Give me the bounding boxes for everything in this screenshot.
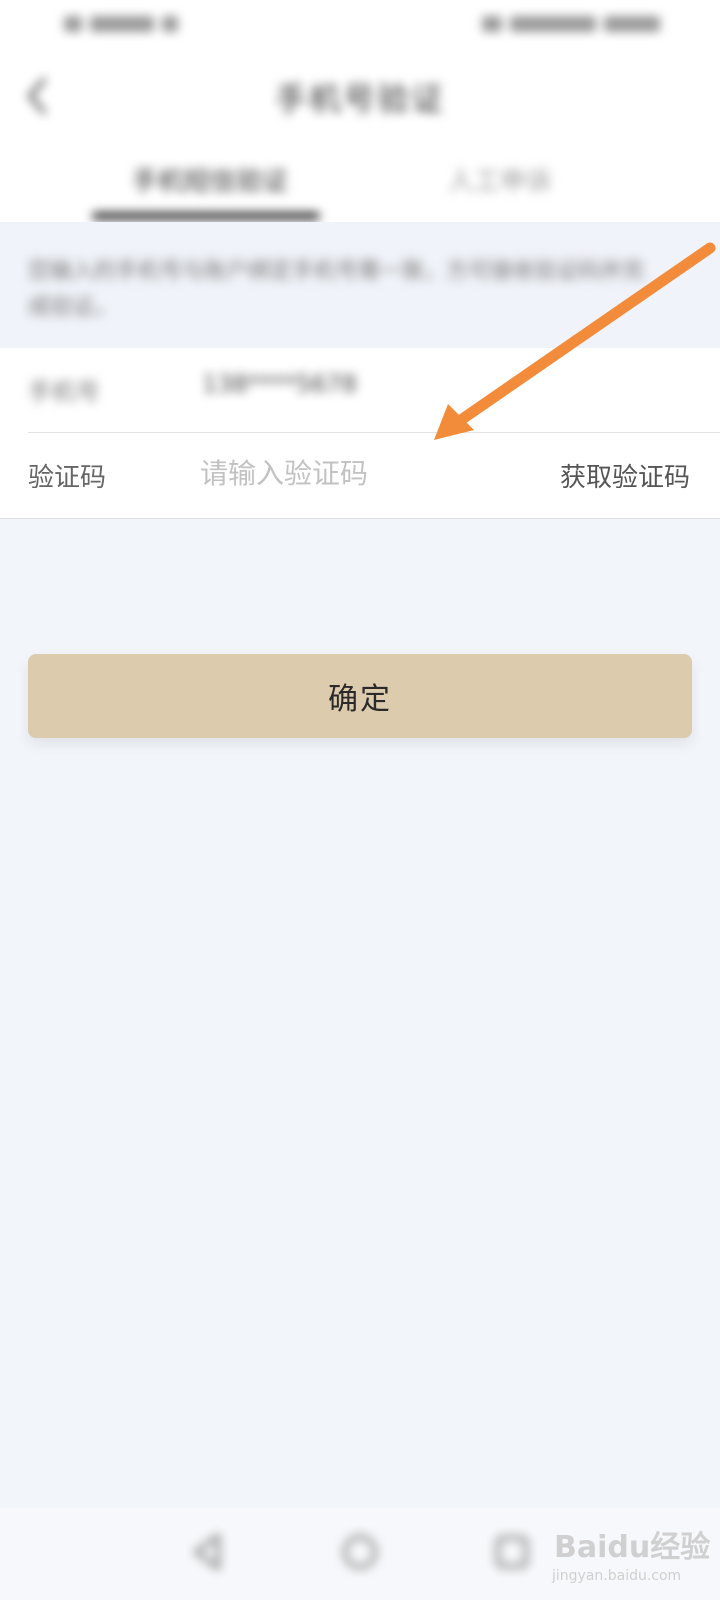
code-label: 验证码 xyxy=(28,463,107,493)
status-bar-right xyxy=(460,12,660,36)
watermark-brand: Baidu经验 xyxy=(554,1530,711,1565)
carrier-text xyxy=(90,16,154,32)
watermark-url: jingyan.baidu.com xyxy=(552,1568,682,1584)
nav-home-icon[interactable] xyxy=(338,1530,382,1574)
tab-bar: 手机短信验证 人工申诉 xyxy=(0,140,720,222)
form-bottom-divider xyxy=(0,518,720,519)
status-indicators xyxy=(510,16,596,32)
clock-text xyxy=(604,16,660,32)
phone-value: 138****5678 xyxy=(202,370,357,398)
wifi-icon xyxy=(162,16,178,32)
nav-recent-apps-icon[interactable] xyxy=(490,1530,534,1574)
baidu-jingyan-watermark: Baidu经验 jingyan.baidu.com xyxy=(548,1518,718,1596)
code-row: 验证码 获取验证码 xyxy=(0,433,720,519)
tab-sms-verification[interactable]: 手机短信验证 xyxy=(110,160,310,204)
battery-icon xyxy=(482,16,502,32)
signal-icon xyxy=(64,16,82,32)
page-title: 手机号验证 xyxy=(274,80,445,118)
get-code-button[interactable]: 获取验证码 xyxy=(560,457,690,494)
code-input[interactable] xyxy=(200,451,520,495)
notice-text: 您输入的手机号与账户绑定手机号需一致，方可接收验证码并完成验证。 xyxy=(28,259,645,320)
header: 手机号验证 xyxy=(0,50,720,140)
phone-label: 手机号 xyxy=(28,378,100,406)
status-bar-left xyxy=(64,12,194,36)
verification-form: 手机号 138****5678 验证码 获取验证码 xyxy=(0,348,720,519)
notice-panel: 您输入的手机号与账户绑定手机号需一致，方可接收验证码并完成验证。 xyxy=(0,222,720,348)
tab-active-indicator xyxy=(92,212,320,220)
confirm-button[interactable]: 确定 xyxy=(28,654,692,738)
status-bar xyxy=(0,0,720,50)
phone-row: 手机号 138****5678 xyxy=(0,348,720,432)
tab-manual-appeal[interactable]: 人工申诉 xyxy=(420,160,580,204)
nav-back-icon[interactable] xyxy=(186,1530,230,1574)
